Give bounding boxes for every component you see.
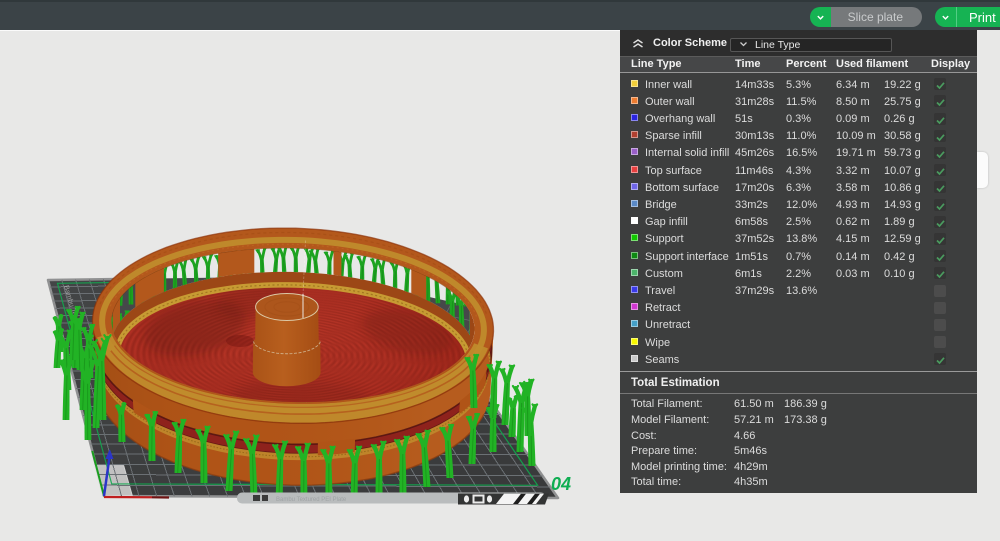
svg-text:04: 04 bbox=[551, 474, 571, 494]
svg-text:Bambu Textured PEI Plate: Bambu Textured PEI Plate bbox=[276, 497, 347, 503]
